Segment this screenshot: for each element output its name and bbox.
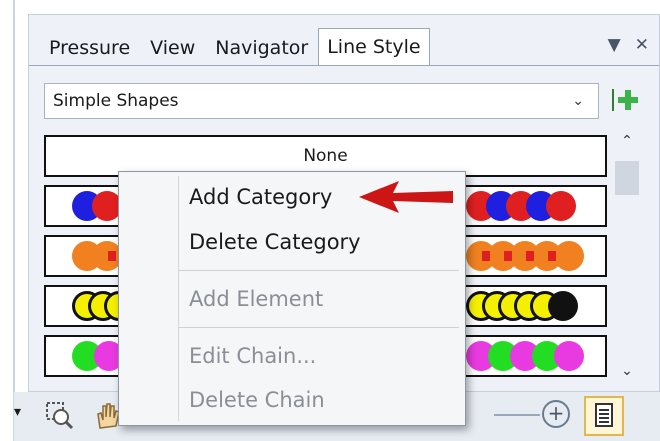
- panel-controls: ▼ ✕: [608, 35, 649, 55]
- category-select[interactable]: Simple Shapes ⌄: [44, 83, 599, 119]
- toolbar-dropdown-icon[interactable]: ▾: [14, 404, 21, 420]
- tab-pressure[interactable]: Pressure: [39, 31, 140, 65]
- menu-item-delete-chain: Delete Chain: [189, 388, 325, 412]
- scroll-up-icon[interactable]: ⌃: [613, 133, 641, 155]
- dot-center: [108, 251, 116, 261]
- dot-center: [526, 251, 534, 261]
- tab-line-style[interactable]: Line Style: [318, 28, 430, 65]
- category-select-value: Simple Shapes: [53, 91, 179, 111]
- annotation-arrow-icon: [359, 181, 453, 213]
- close-icon[interactable]: ✕: [635, 35, 649, 55]
- menu-item-edit-chain: Edit Chain...: [189, 344, 317, 368]
- zoom-select-icon[interactable]: [44, 400, 74, 430]
- tab-navigator[interactable]: Navigator: [205, 31, 318, 65]
- row-swatch-right: [466, 237, 606, 275]
- page-icon: [595, 403, 613, 427]
- menu-separator: [179, 270, 459, 271]
- dot-center: [504, 251, 512, 261]
- page-view-button[interactable]: [584, 396, 624, 436]
- row-swatch-right: [466, 337, 606, 375]
- tab-bar: Pressure View Navigator Line Style: [39, 28, 430, 65]
- menu-gutter: [178, 176, 179, 421]
- menu-item-delete-category[interactable]: Delete Category: [189, 230, 361, 254]
- chevron-down-icon: ⌄: [572, 93, 584, 109]
- row-swatch-right: [466, 187, 606, 225]
- dot-center: [482, 251, 490, 261]
- panel-menu-icon[interactable]: ▼: [608, 35, 621, 55]
- left-divider: [13, 0, 15, 441]
- zoom-slider-track[interactable]: [494, 414, 540, 416]
- menu-item-add-element: Add Element: [189, 287, 324, 311]
- dot: [546, 191, 576, 221]
- menu-item-add-category[interactable]: Add Category: [189, 185, 332, 209]
- tab-divider: [29, 65, 659, 66]
- left-strip: [0, 0, 14, 441]
- tab-view[interactable]: View: [140, 31, 205, 65]
- dot-center: [548, 251, 556, 261]
- menu-separator: [179, 327, 459, 328]
- plus-icon[interactable]: [610, 85, 640, 115]
- dot: [548, 291, 578, 321]
- zoom-in-icon[interactable]: +: [542, 400, 570, 428]
- scroll-down-icon[interactable]: ⌄: [613, 363, 641, 385]
- dot: [554, 341, 584, 371]
- list-scrollbar[interactable]: ⌃ ⌄: [613, 133, 641, 385]
- scroll-thumb[interactable]: [615, 161, 639, 195]
- dot: [554, 241, 584, 271]
- row-swatch-right: [466, 287, 606, 325]
